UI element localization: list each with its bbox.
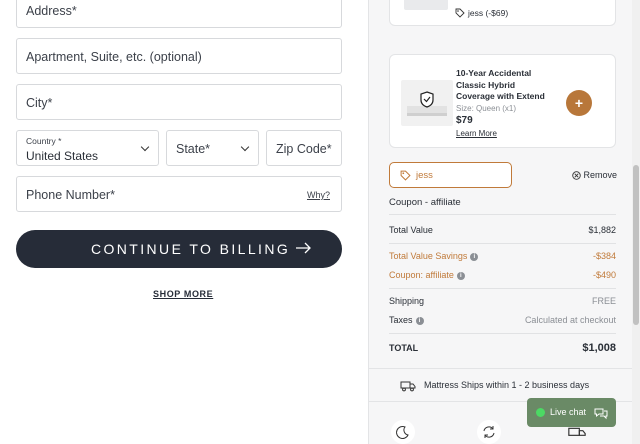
info-icon[interactable]: i [470,252,479,261]
apartment-placeholder: Apartment, Suite, etc. (optional) [26,50,202,64]
addon-price: $79 [456,115,473,126]
refresh-icon [483,426,495,438]
divider [389,288,616,289]
coupon-affiliate-amount: -$490 [592,270,616,280]
chevron-down-icon [140,142,150,152]
moon-icon [396,426,409,439]
shield-icon [407,91,447,116]
coupon-affiliate-row: Coupon: affiliate i -$490 [389,270,616,280]
state-select[interactable]: State* [166,130,259,166]
apartment-field[interactable]: Apartment, Suite, etc. (optional) [16,38,342,74]
order-summary: jess (-$69) 10-Year Accidental Classic H… [368,0,640,444]
scrollbar[interactable] [632,0,640,444]
savings-label: Total Value Savings [389,251,468,261]
city-placeholder: City* [26,96,53,110]
live-chat-label: Live chat [550,407,587,417]
shipping-row: Shipping FREE [389,296,616,306]
total-value-label: Total Value [389,225,433,235]
phone-placeholder: Phone Number* [26,188,115,202]
truck-icon [568,427,586,436]
divider [389,333,616,334]
zip-placeholder: Zip Code* [276,142,332,156]
shipping-form: Address* Apartment, Suite, etc. (optiona… [0,0,368,444]
chevron-down-icon [240,142,250,152]
remove-coupon-button[interactable]: Remove [572,170,617,180]
order-total-amount: $1,008 [582,342,616,354]
feature-icon-badge [477,420,501,444]
addon-card: 10-Year Accidental Classic Hybrid Covera… [389,54,616,148]
add-addon-button[interactable]: + [566,90,592,116]
shop-more-link[interactable]: SHOP MORE [153,289,213,299]
learn-more-link[interactable]: Learn More [456,129,497,138]
truck-icon [400,381,416,392]
state-placeholder: State* [176,142,211,156]
order-total-label: TOTAL [389,343,419,353]
scrollbar-thumb[interactable] [633,165,639,325]
feature-icon-badge [391,420,415,444]
continue-button-label: CONTINUE TO BILLING [91,241,291,257]
total-value-amount: $1,882 [588,225,616,235]
order-total-row: TOTAL $1,008 [389,342,616,354]
shipping-info-bar: Mattress Ships within 1 - 2 business day… [369,368,633,402]
item-coupon-text: jess (-$69) [468,8,509,18]
country-label: Country * [26,136,62,146]
applied-coupon-chip: jess [389,162,512,188]
address-placeholder: Address* [26,4,77,18]
addon-title: 10-Year Accidental Classic Hybrid Covera… [456,68,545,101]
addon-thumbnail [401,80,453,126]
info-icon[interactable]: i [456,271,465,280]
order-item-card: jess (-$69) [389,0,616,26]
savings-amount: -$384 [592,251,616,261]
arrow-right-icon [296,242,311,254]
coupon-affiliate-label: Coupon: affiliate [389,270,454,280]
coupon-code: jess [416,170,433,181]
taxes-label: Taxes [389,315,413,325]
remove-label: Remove [583,170,618,180]
why-link[interactable]: Why? [307,190,330,200]
country-select[interactable]: Country * United States [16,130,159,166]
coupon-type: Coupon - affiliate [389,197,616,208]
tag-icon [400,170,411,181]
live-chat-button[interactable]: Live chat [527,398,616,427]
addon-size: Size: Queen (x1) [456,104,517,113]
close-circle-icon [572,171,581,180]
address-field[interactable]: Address* [16,0,342,28]
zip-field[interactable]: Zip Code* [266,130,342,166]
add-addon-label: + [574,95,584,111]
continue-to-billing-button[interactable]: CONTINUE TO BILLING [16,230,342,268]
phone-field[interactable]: Phone Number* Why? [16,176,342,212]
total-value-row: Total Value $1,882 [389,225,616,235]
product-thumbnail [404,0,448,10]
taxes-row: Taxes i Calculated at checkout [389,315,616,325]
coupon-type-text: Coupon - affiliate [389,197,461,208]
chat-bubbles-icon [594,408,608,420]
shipping-amount: FREE [591,296,616,306]
savings-row: Total Value Savings i -$384 [389,251,616,261]
city-field[interactable]: City* [16,84,342,120]
online-status-dot [536,408,545,417]
taxes-amount: Calculated at checkout [524,315,616,325]
shipping-label: Shipping [389,296,425,306]
ships-text: Mattress Ships within 1 - 2 business day… [424,380,590,390]
info-icon[interactable]: i [415,316,424,325]
divider [389,243,616,244]
tag-icon [455,8,465,18]
country-value: United States [26,149,99,163]
divider [389,214,616,215]
